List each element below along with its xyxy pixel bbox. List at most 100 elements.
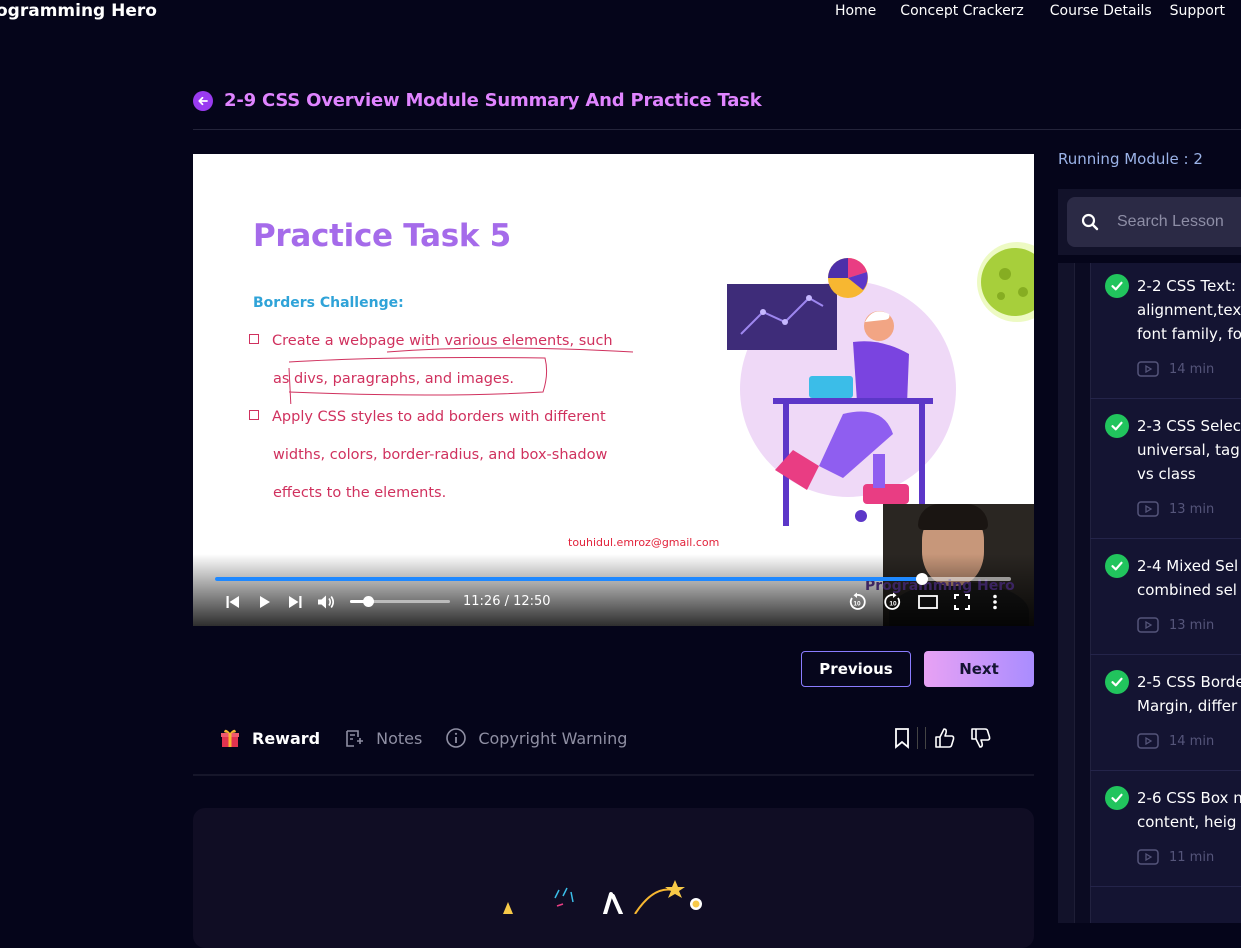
tab-reward[interactable]: Reward	[218, 726, 320, 750]
nav-support[interactable]: Support	[1170, 2, 1225, 20]
completed-check-icon	[1105, 274, 1129, 298]
lesson-title: 2-4 Mixed Sel combined sel	[1137, 557, 1239, 599]
checkbox-icon	[249, 410, 259, 420]
lesson-title: 2-2 CSS Text: alignment,tex font family,…	[1137, 277, 1241, 343]
video-progress-fill	[215, 577, 922, 581]
annotation-scribble	[288, 347, 634, 404]
lesson-divider	[1090, 654, 1241, 655]
slide-bullet-2: Apply CSS styles to add borders with dif…	[249, 398, 607, 512]
theater-icon[interactable]	[917, 593, 939, 611]
running-module-label: Running Module : 2	[1058, 150, 1203, 168]
slide-title: Practice Task 5	[253, 218, 511, 254]
checkbox-icon	[249, 334, 259, 344]
gift-icon	[218, 726, 242, 750]
lesson-tabs: Reward Notes Copyright Warning	[218, 726, 649, 750]
lesson-title: 2-3 CSS Selec universal, tag vs class	[1137, 417, 1241, 483]
planet-illustration	[977, 242, 1034, 322]
volume-slider[interactable]	[350, 596, 450, 607]
lesson-duration: 14 min	[1169, 733, 1215, 749]
title-divider	[193, 129, 1241, 130]
lesson-actions	[891, 727, 992, 749]
completed-check-icon	[1105, 554, 1129, 578]
slide-bullet-2-line-1: Apply CSS styles to add borders with dif…	[272, 409, 606, 425]
video-icon	[1137, 501, 1159, 517]
video-icon	[1137, 361, 1159, 377]
lesson-meta: 11 min	[1137, 849, 1214, 865]
video-progress-bar[interactable]	[215, 573, 1011, 585]
nav-course-details[interactable]: Course Details	[1050, 2, 1152, 20]
tab-notes[interactable]: Notes	[342, 726, 422, 750]
play-icon[interactable]	[258, 593, 272, 611]
tab-reward-label: Reward	[252, 728, 321, 748]
lesson-duration: 13 min	[1169, 501, 1215, 517]
lesson-divider	[1090, 770, 1241, 771]
slide-subtitle: Borders Challenge:	[253, 295, 404, 311]
nav-concept-crackerz[interactable]: Concept Crackerz	[900, 2, 1023, 20]
lesson-item[interactable]: 2-6 CSS Box n content, heig 11 min	[1105, 786, 1241, 876]
completed-check-icon	[1105, 670, 1129, 694]
tab-notes-label: Notes	[376, 728, 423, 748]
lesson-meta: 13 min	[1137, 617, 1214, 633]
lesson-item[interactable]: 2-5 CSS Borde Margin, differ 14 min	[1105, 670, 1241, 760]
slide-email: touhidul.emroz@gmail.com	[568, 536, 720, 549]
fullscreen-icon[interactable]	[953, 593, 971, 611]
tabs-divider	[193, 774, 1034, 776]
thumbs-down-icon[interactable]	[970, 727, 992, 749]
lesson-divider	[1090, 886, 1241, 887]
lesson-header: 2-9 CSS Overview Module Summary And Prac…	[193, 90, 1041, 111]
thumbs-up-icon[interactable]	[934, 727, 956, 749]
slide-bullet-2-line-2: widths, colors, border-radius, and box-s…	[273, 447, 608, 463]
actions-divider	[917, 727, 926, 749]
video-progress-handle[interactable]	[915, 573, 928, 585]
celebration-illustration	[503, 880, 702, 914]
forward-10-icon[interactable]: 10	[883, 592, 903, 611]
video-player[interactable]: Practice Task 5 Borders Challenge: Creat…	[193, 154, 1034, 626]
previous-button[interactable]: Previous	[801, 651, 911, 687]
video-icon	[1137, 617, 1159, 633]
completed-check-icon	[1105, 414, 1129, 438]
back-arrow-icon[interactable]	[193, 90, 213, 111]
lesson-item[interactable]: 2-3 CSS Selec universal, tag vs class 13…	[1105, 414, 1241, 524]
rewind-10-icon[interactable]: 10	[847, 592, 867, 611]
lesson-meta: 14 min	[1137, 733, 1214, 749]
lesson-title: 2-6 CSS Box n content, heig	[1137, 789, 1241, 831]
top-nav: Home Concept Crackerz Course Details Sup…	[835, 2, 1225, 20]
lesson-item[interactable]: 2-4 Mixed Sel combined sel 13 min	[1105, 554, 1241, 644]
lesson-divider	[1090, 398, 1241, 399]
skip-forward-icon[interactable]	[287, 593, 303, 611]
lesson-divider	[1090, 538, 1241, 539]
lesson-item[interactable]: 2-2 CSS Text: alignment,tex font family,…	[1105, 274, 1241, 384]
lesson-duration: 14 min	[1169, 361, 1215, 377]
lesson-title: 2-9 CSS Overview Module Summary And Prac…	[224, 90, 762, 111]
person-at-desk-illustration	[727, 258, 956, 526]
video-time: 11:26 / 12:50	[463, 594, 551, 609]
search-icon	[1081, 213, 1099, 231]
search-lesson-box[interactable]	[1067, 197, 1241, 247]
next-button[interactable]: Next	[924, 651, 1034, 687]
video-icon	[1137, 849, 1159, 865]
nav-home[interactable]: Home	[835, 2, 876, 20]
skip-back-icon[interactable]	[225, 593, 241, 611]
lesson-title: 2-5 CSS Borde Margin, differ	[1137, 673, 1241, 715]
bookmark-icon[interactable]	[891, 727, 913, 749]
svg-text:10: 10	[853, 601, 861, 608]
completed-check-icon	[1105, 786, 1129, 810]
notes-icon	[342, 726, 366, 750]
slide-bullet-2-line-3: effects to the elements.	[273, 485, 447, 501]
reward-card	[193, 808, 1034, 948]
more-icon[interactable]	[992, 593, 998, 611]
tab-copyright-label: Copyright Warning	[478, 728, 628, 748]
info-icon	[444, 726, 468, 750]
brand-logo-text[interactable]: ogramming Hero	[0, 0, 157, 22]
volume-icon[interactable]	[316, 593, 336, 611]
lesson-duration: 13 min	[1169, 617, 1215, 633]
lesson-meta: 14 min	[1137, 361, 1214, 377]
volume-handle[interactable]	[363, 596, 374, 607]
svg-text:10: 10	[889, 601, 897, 608]
search-lesson-input[interactable]	[1115, 212, 1241, 232]
lesson-duration: 11 min	[1169, 849, 1215, 865]
tab-copyright-warning[interactable]: Copyright Warning	[444, 726, 627, 750]
presenter-hair	[918, 504, 988, 530]
lesson-meta: 13 min	[1137, 501, 1214, 517]
video-icon	[1137, 733, 1159, 749]
